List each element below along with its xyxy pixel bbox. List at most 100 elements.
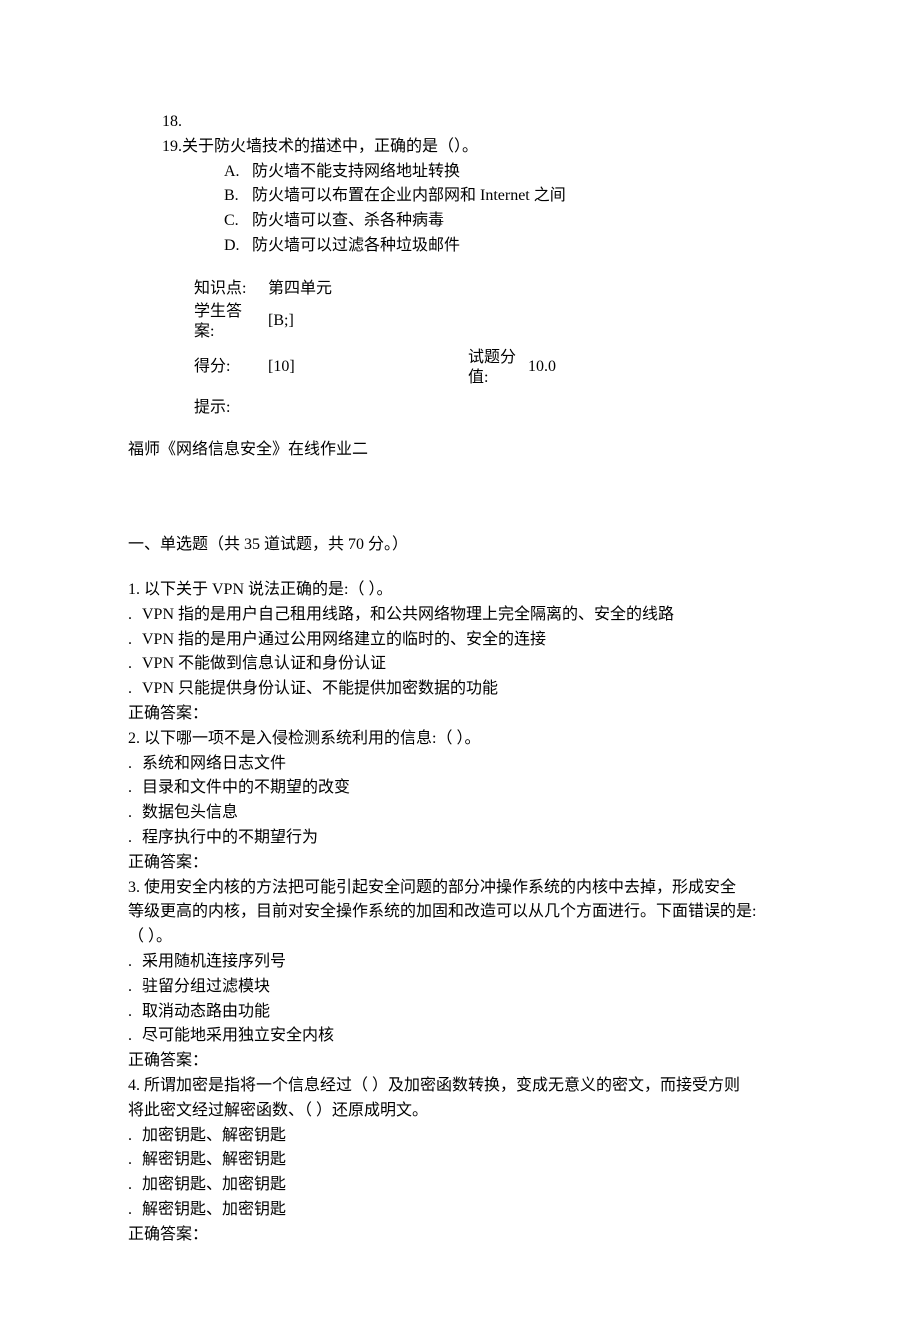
question-3-option-a-text: 采用随机连接序列号 xyxy=(142,953,286,970)
dot-bullet: . xyxy=(128,975,142,1000)
question-19-stem: 19.关于防火墙技术的描述中，正确的是（）。 xyxy=(162,135,792,160)
dot-bullet: . xyxy=(128,826,142,851)
question-19-number: 19. xyxy=(162,138,182,155)
question-1-answer-label: 正确答案： xyxy=(128,702,792,727)
question-3-stem-line1: 3. 使用安全内核的方法把可能引起安全问题的部分冲操作系统的内核中去掉，形成安全 xyxy=(128,876,792,901)
question-4-stem-line2: 将此密文经过解密函数、（ ）还原成明文。 xyxy=(128,1099,792,1124)
score-label: 得分: xyxy=(194,355,268,380)
option-c-label: C. xyxy=(224,209,252,234)
option-c: C. 防火墙可以查、杀各种病毒 xyxy=(224,209,792,234)
question-19-meta: 知识点: 第四单元 学生答 案: [B;] 得分: [10] 试题分 值: 10… xyxy=(194,277,792,421)
question-3-option-d-text: 尽可能地采用独立安全内核 xyxy=(142,1027,334,1044)
option-d: D. 防火墙可以过滤各种垃圾邮件 xyxy=(224,234,792,259)
question-3-stem-line2: 等级更高的内核，目前对安全操作系统的加固和改造可以从几个方面进行。下面错误的是: xyxy=(128,900,792,925)
option-b-label: B. xyxy=(224,184,252,209)
question-3-answer-label: 正确答案： xyxy=(128,1049,792,1074)
question-4-option-a: .加密钥匙、解密钥匙 xyxy=(128,1124,792,1149)
option-b-text: 防火墙可以布置在企业内部网和 Internet 之间 xyxy=(252,184,566,209)
question-18-placeholder: 18. xyxy=(162,110,792,135)
question-2-option-a-text: 系统和网络日志文件 xyxy=(142,755,286,772)
question-4-option-b: .解密钥匙、解密钥匙 xyxy=(128,1148,792,1173)
question-3-option-b-text: 驻留分组过滤模块 xyxy=(142,978,270,995)
dot-bullet: . xyxy=(128,628,142,653)
question-1-stem: 1. 以下关于 VPN 说法正确的是:（ ）。 xyxy=(128,578,792,603)
question-1-option-d: .VPN 只能提供身份认证、不能提供加密数据的功能 xyxy=(128,677,792,702)
student-answer-row: 学生答 案: [B;] xyxy=(194,302,792,342)
dot-bullet: . xyxy=(128,752,142,777)
question-3-option-c: .取消动态路由功能 xyxy=(128,1000,792,1025)
question-2-option-c-text: 数据包头信息 xyxy=(142,804,238,821)
question-3-option-a: .采用随机连接序列号 xyxy=(128,950,792,975)
dot-bullet: . xyxy=(128,801,142,826)
dot-bullet: . xyxy=(128,1000,142,1025)
dot-bullet: . xyxy=(128,677,142,702)
question-1: 1. 以下关于 VPN 说法正确的是:（ ）。 .VPN 指的是用户自己租用线路… xyxy=(128,578,792,727)
question-2-option-b: .目录和文件中的不期望的改变 xyxy=(128,776,792,801)
score-row: 得分: [10] 试题分 值: 10.0 xyxy=(194,348,792,388)
question-4-answer-label: 正确答案： xyxy=(128,1223,792,1248)
section-title: 一、单选题（共 35 道试题，共 70 分。） xyxy=(128,533,792,558)
option-a-text: 防火墙不能支持网络地址转换 xyxy=(252,160,460,185)
item-score-label-line1: 试题分 xyxy=(468,348,528,368)
question-1-option-a: .VPN 指的是用户自己租用线路，和公共网络物理上完全隔离的、安全的线路 xyxy=(128,603,792,628)
option-a: A. 防火墙不能支持网络地址转换 xyxy=(224,160,792,185)
student-answer-label-line2: 案: xyxy=(194,322,268,342)
hint-row: 提示: xyxy=(194,396,792,421)
question-3-option-d: .尽可能地采用独立安全内核 xyxy=(128,1024,792,1049)
question-3: 3. 使用安全内核的方法把可能引起安全问题的部分冲操作系统的内核中去掉，形成安全… xyxy=(128,876,792,1074)
dot-bullet: . xyxy=(128,1124,142,1149)
dot-bullet: . xyxy=(128,652,142,677)
question-2-option-d: .程序执行中的不期望行为 xyxy=(128,826,792,851)
question-19-options: A. 防火墙不能支持网络地址转换 B. 防火墙可以布置在企业内部网和 Inter… xyxy=(224,160,792,259)
question-1-option-a-text: VPN 指的是用户自己租用线路，和公共网络物理上完全隔离的、安全的线路 xyxy=(142,606,674,623)
option-d-label: D. xyxy=(224,234,252,259)
dot-bullet: . xyxy=(128,950,142,975)
question-1-option-b-text: VPN 指的是用户通过公用网络建立的临时的、安全的连接 xyxy=(142,631,546,648)
question-2: 2. 以下哪一项不是入侵检测系统利用的信息:（ ）。 .系统和网络日志文件 .目… xyxy=(128,727,792,876)
question-1-option-b: .VPN 指的是用户通过公用网络建立的临时的、安全的连接 xyxy=(128,628,792,653)
homework-title: 福师《网络信息安全》在线作业二 xyxy=(128,438,792,463)
question-2-answer-label: 正确答案： xyxy=(128,851,792,876)
option-d-text: 防火墙可以过滤各种垃圾邮件 xyxy=(252,234,460,259)
question-3-option-c-text: 取消动态路由功能 xyxy=(142,1003,270,1020)
question-4-option-d: .解密钥匙、加密钥匙 xyxy=(128,1198,792,1223)
question-4-option-c: .加密钥匙、加密钥匙 xyxy=(128,1173,792,1198)
knowledge-point-value: 第四单元 xyxy=(268,277,332,302)
question-4-option-a-text: 加密钥匙、解密钥匙 xyxy=(142,1127,286,1144)
knowledge-point-label: 知识点: xyxy=(194,277,268,302)
question-19-text: 关于防火墙技术的描述中，正确的是（）。 xyxy=(182,138,478,155)
option-b: B. 防火墙可以布置在企业内部网和 Internet 之间 xyxy=(224,184,792,209)
question-1-option-c: .VPN 不能做到信息认证和身份认证 xyxy=(128,652,792,677)
question-3-option-b: .驻留分组过滤模块 xyxy=(128,975,792,1000)
question-4-option-d-text: 解密钥匙、加密钥匙 xyxy=(142,1201,286,1218)
question-3-stem-line3: （ ）。 xyxy=(128,925,792,950)
question-4: 4. 所谓加密是指将一个信息经过（ ）及加密函数转换，变成无意义的密文，而接受方… xyxy=(128,1074,792,1248)
question-2-stem: 2. 以下哪一项不是入侵检测系统利用的信息:（ ）。 xyxy=(128,727,792,752)
question-2-option-a: .系统和网络日志文件 xyxy=(128,752,792,777)
dot-bullet: . xyxy=(128,1024,142,1049)
question-4-option-c-text: 加密钥匙、加密钥匙 xyxy=(142,1176,286,1193)
student-answer-value: [B;] xyxy=(268,309,294,334)
dot-bullet: . xyxy=(128,776,142,801)
question-1-option-d-text: VPN 只能提供身份认证、不能提供加密数据的功能 xyxy=(142,680,498,697)
item-score-value: 10.0 xyxy=(528,355,556,380)
option-a-label: A. xyxy=(224,160,252,185)
student-answer-label-line1: 学生答 xyxy=(194,302,268,322)
dot-bullet: . xyxy=(128,1173,142,1198)
question-4-option-b-text: 解密钥匙、解密钥匙 xyxy=(142,1151,286,1168)
item-score-label: 试题分 值: xyxy=(468,348,528,388)
knowledge-point-row: 知识点: 第四单元 xyxy=(194,277,792,302)
question-2-option-d-text: 程序执行中的不期望行为 xyxy=(142,829,318,846)
student-answer-label: 学生答 案: xyxy=(194,302,268,342)
question-2-option-b-text: 目录和文件中的不期望的改变 xyxy=(142,779,350,796)
dot-bullet: . xyxy=(128,1198,142,1223)
dot-bullet: . xyxy=(128,1148,142,1173)
dot-bullet: . xyxy=(128,603,142,628)
score-value: [10] xyxy=(268,355,408,380)
option-c-text: 防火墙可以查、杀各种病毒 xyxy=(252,209,444,234)
question-2-option-c: .数据包头信息 xyxy=(128,801,792,826)
question-1-option-c-text: VPN 不能做到信息认证和身份认证 xyxy=(142,655,386,672)
hint-label: 提示: xyxy=(194,396,268,421)
item-score-label-line2: 值: xyxy=(468,368,528,388)
question-4-stem-line1: 4. 所谓加密是指将一个信息经过（ ）及加密函数转换，变成无意义的密文，而接受方… xyxy=(128,1074,792,1099)
